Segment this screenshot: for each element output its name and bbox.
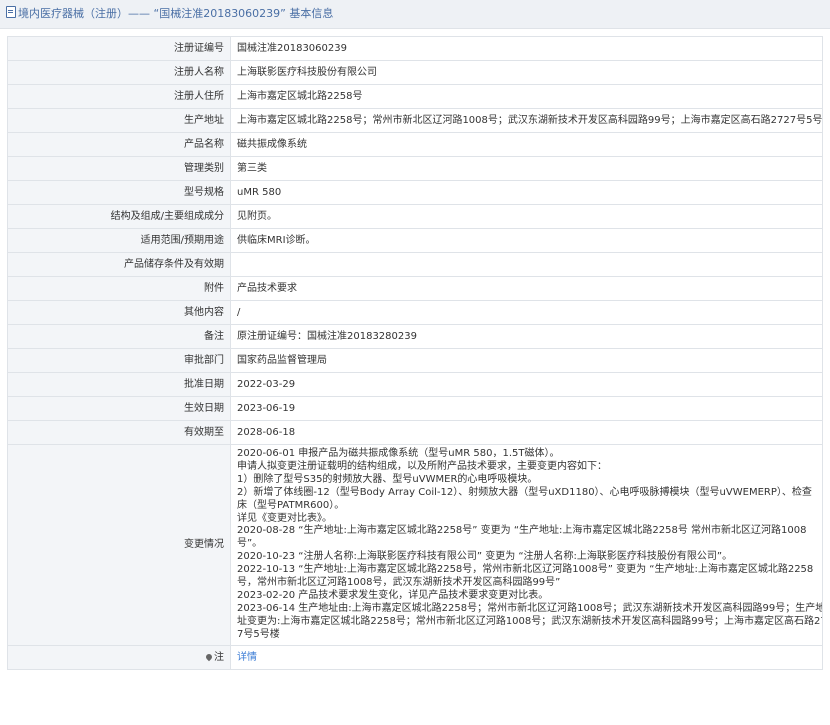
row-value: / xyxy=(230,300,823,325)
row-label: 注册人名称 xyxy=(7,60,231,85)
change-line: 床（型号PATMR600）。 xyxy=(237,499,345,511)
row-label: 备注 xyxy=(7,324,231,349)
note-value: 详情 xyxy=(230,644,823,670)
table-row: 型号规格 uMR 580 xyxy=(7,180,823,205)
changes-label: 变更情况 xyxy=(7,444,231,646)
row-label: 型号规格 xyxy=(7,180,231,205)
row-label: 产品储存条件及有效期 xyxy=(7,252,231,277)
row-value: uMR 580 xyxy=(230,180,823,205)
change-line: 号，常州市新北区辽河路1008号，武汉东湖新技术开发区高科园路99号” xyxy=(237,577,561,589)
row-label: 其他内容 xyxy=(7,300,231,325)
change-line: 2020-06-01 申报产品为磁共振成像系统（型号uMR 580，1.5T磁体… xyxy=(237,448,560,459)
row-label: 管理类别 xyxy=(7,156,231,181)
row-value: 供临床MRI诊断。 xyxy=(230,228,823,253)
change-line: 2020-08-28 “生产地址:上海市嘉定区城北路2258号” 变更为 “生产… xyxy=(237,525,807,537)
row-value: 2028-06-18 xyxy=(230,420,823,445)
table-row: 产品储存条件及有效期 xyxy=(7,252,823,277)
row-label: 有效期至 xyxy=(7,420,231,445)
row-value: 原注册证编号：国械注准20183280239 xyxy=(230,324,823,349)
table-row: 注册证编号 国械注准20183060239 xyxy=(7,36,823,61)
change-line: 2022-10-13 “生产地址:上海市嘉定区城北路2258号，常州市新北区辽河… xyxy=(237,564,814,576)
row-value: 产品技术要求 xyxy=(230,276,823,301)
note-row: 注 详情 xyxy=(7,644,823,670)
document-icon xyxy=(6,6,16,18)
table-row: 产品名称 磁共振成像系统 xyxy=(7,132,823,157)
row-label: 批准日期 xyxy=(7,372,231,397)
table-row: 注册人名称 上海联影医疗科技股份有限公司 xyxy=(7,60,823,85)
changes-row: 变更情况 2020-06-01 申报产品为磁共振成像系统（型号uMR 580，1… xyxy=(7,444,823,646)
note-label-cell: 注 xyxy=(7,644,231,670)
row-value xyxy=(230,252,823,277)
row-value: 2023-06-19 xyxy=(230,396,823,421)
table-row: 管理类别 第三类 xyxy=(7,156,823,181)
row-value: 磁共振成像系统 xyxy=(230,132,823,157)
row-value: 上海联影医疗科技股份有限公司 xyxy=(230,60,823,85)
row-value: 见附页。 xyxy=(230,204,823,229)
table-row: 审批部门 国家药品监督管理局 xyxy=(7,348,823,373)
page-header: 境内医疗器械（注册）—— “国械注准20183060239” 基本信息 xyxy=(0,0,830,29)
change-line: 1）删除了型号S35的射频放大器、型号uVWMER的心电呼吸模块。 xyxy=(237,473,538,485)
table-row: 生效日期 2023-06-19 xyxy=(7,396,823,421)
info-table: 注册证编号 国械注准20183060239 注册人名称 上海联影医疗科技股份有限… xyxy=(7,36,823,670)
table-row: 批准日期 2022-03-29 xyxy=(7,372,823,397)
row-label: 注册证编号 xyxy=(7,36,231,61)
page-title: 境内医疗器械（注册）—— “国械注准20183060239” 基本信息 xyxy=(18,7,334,20)
change-line: 址变更为:上海市嘉定区城北路2258号；常州市新北区辽河路1008号；武汉东湖新… xyxy=(237,615,823,627)
row-label: 审批部门 xyxy=(7,348,231,373)
table-row: 注册人住所 上海市嘉定区城北路2258号 xyxy=(7,84,823,109)
row-label: 生产地址 xyxy=(7,108,231,133)
row-value: 上海市嘉定区城北路2258号 xyxy=(230,84,823,109)
table-row: 适用范围/预期用途 供临床MRI诊断。 xyxy=(7,228,823,253)
note-label: 注 xyxy=(214,651,224,663)
table-row: 附件 产品技术要求 xyxy=(7,276,823,301)
row-value: 2022-03-29 xyxy=(230,372,823,397)
row-label: 注册人住所 xyxy=(7,84,231,109)
change-line: 2）新增了体线圈-12（型号Body Array Coil-12）、射频放大器（… xyxy=(237,486,812,498)
row-label: 产品名称 xyxy=(7,132,231,157)
table-row: 其他内容 / xyxy=(7,300,823,325)
change-line: 7号5号楼 xyxy=(237,628,280,640)
row-label: 适用范围/预期用途 xyxy=(7,228,231,253)
row-value: 国械注准20183060239 xyxy=(230,36,823,61)
change-line: 申请人拟变更注册证载明的结构组成，以及所附产品技术要求，主要变更内容如下： xyxy=(237,460,607,472)
row-value: 国家药品监督管理局 xyxy=(230,348,823,373)
change-line: 2023-06-14 生产地址由:上海市嘉定区城北路2258号；常州市新北区辽河… xyxy=(237,602,823,614)
row-label: 生效日期 xyxy=(7,396,231,421)
row-label: 附件 xyxy=(7,276,231,301)
changes-content: 2020-06-01 申报产品为磁共振成像系统（型号uMR 580，1.5T磁体… xyxy=(230,444,823,646)
row-value: 上海市嘉定区城北路2258号；常州市新北区辽河路1008号；武汉东湖新技术开发区… xyxy=(230,108,823,133)
change-line: 详见《变更对比表》。 xyxy=(237,512,332,524)
pin-icon xyxy=(204,652,214,661)
table-row: 有效期至 2028-06-18 xyxy=(7,420,823,445)
table-row: 结构及组成/主要组成成分 见附页。 xyxy=(7,204,823,229)
change-line: 号”。 xyxy=(237,538,263,550)
change-line: 2020-10-23 “注册人名称:上海联影医疗科技有限公司” 变更为 “注册人… xyxy=(237,551,733,563)
change-line: 2023-02-20 产品技术要求发生变化，详见产品技术要求变更对比表。 xyxy=(237,589,549,601)
row-value: 第三类 xyxy=(230,156,823,181)
table-row: 生产地址 上海市嘉定区城北路2258号；常州市新北区辽河路1008号；武汉东湖新… xyxy=(7,108,823,133)
row-label: 结构及组成/主要组成成分 xyxy=(7,204,231,229)
details-link[interactable]: 详情 xyxy=(237,652,257,663)
table-row: 备注 原注册证编号：国械注准20183280239 xyxy=(7,324,823,349)
